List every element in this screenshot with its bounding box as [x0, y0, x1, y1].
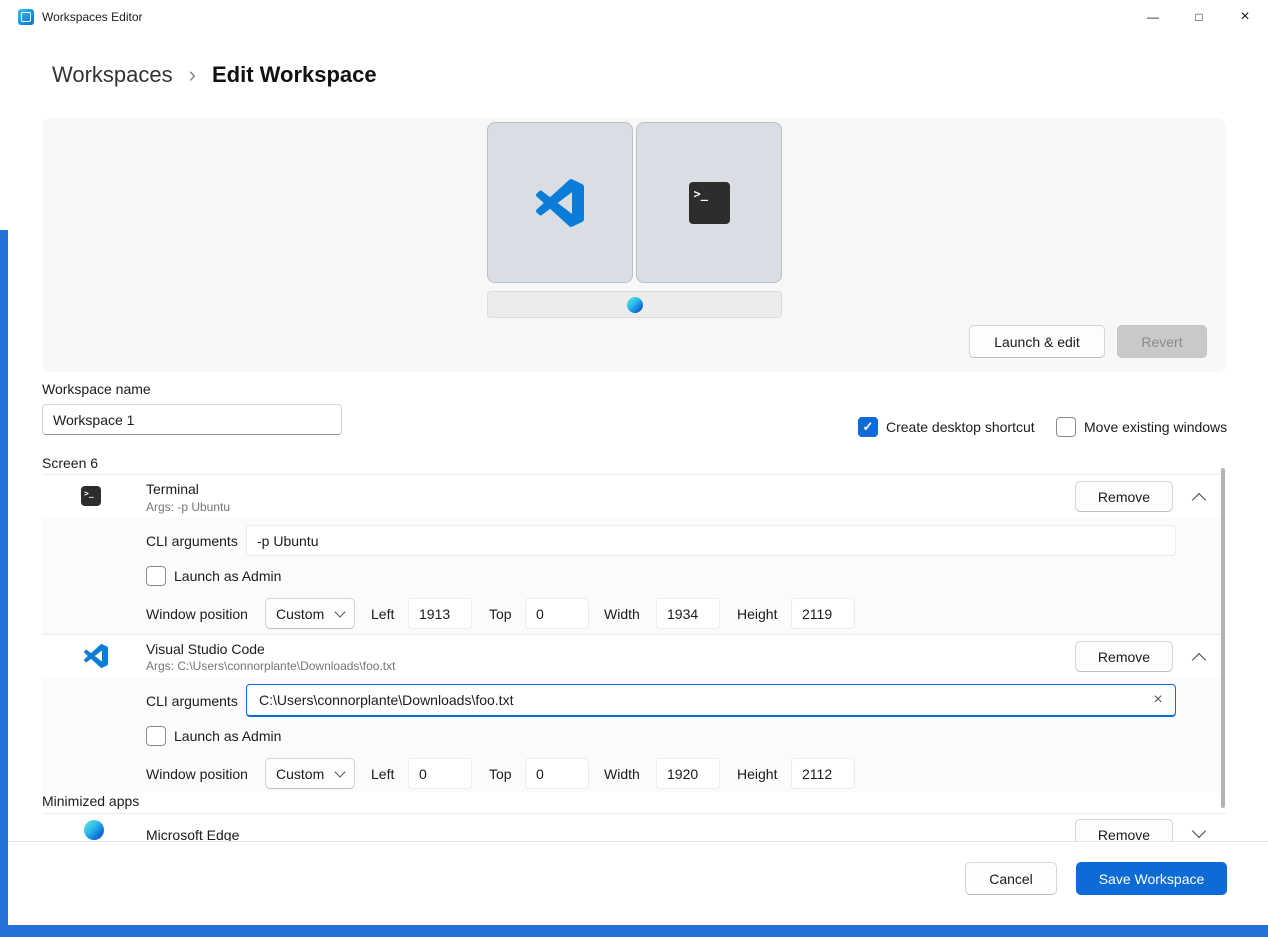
- height-input[interactable]: [791, 598, 855, 629]
- app-icon: [18, 9, 34, 25]
- window-position-label: Window position: [146, 606, 248, 622]
- cli-arguments-input-focused[interactable]: ×: [246, 684, 1176, 717]
- left-label: Left: [371, 766, 394, 782]
- top-input[interactable]: [525, 598, 589, 629]
- chevron-down-icon: [334, 766, 345, 777]
- vscode-icon: [536, 179, 584, 227]
- remove-app-button[interactable]: Remove: [1075, 481, 1173, 512]
- launch-as-admin-checkbox[interactable]: [146, 566, 166, 586]
- height-input[interactable]: [791, 758, 855, 789]
- desktop-background-left: [0, 230, 8, 937]
- app-args: Args: C:\Users\connorplante\Downloads\fo…: [146, 659, 395, 673]
- edge-icon: [627, 297, 643, 313]
- app-args: Args: -p Ubuntu: [146, 500, 230, 514]
- cli-arguments-label: CLI arguments: [146, 533, 238, 549]
- create-desktop-shortcut-checkbox[interactable]: ✓: [858, 417, 878, 437]
- preview-monitor-left: [487, 122, 633, 283]
- launch-and-edit-button[interactable]: Launch & edit: [969, 325, 1105, 358]
- scrollbar[interactable]: [1221, 468, 1225, 808]
- left-input[interactable]: [408, 598, 472, 629]
- breadcrumb-current: Edit Workspace: [212, 62, 377, 88]
- cli-arguments-label: CLI arguments: [146, 693, 238, 709]
- cancel-button[interactable]: Cancel: [965, 862, 1057, 895]
- workspace-name-input[interactable]: [42, 404, 342, 435]
- window-position-value: Custom: [276, 606, 324, 622]
- width-label: Width: [604, 766, 640, 782]
- top-label: Top: [489, 766, 512, 782]
- width-input[interactable]: [656, 598, 720, 629]
- workspaces-editor-window: Workspaces Editor — □ × Workspaces › Edi…: [0, 0, 1268, 937]
- cli-arguments-input[interactable]: [246, 525, 1176, 556]
- edge-icon: [84, 820, 104, 840]
- titlebar: Workspaces Editor — □ ×: [0, 0, 1268, 34]
- window-position-label: Window position: [146, 766, 248, 782]
- width-input[interactable]: [656, 758, 720, 789]
- revert-button[interactable]: Revert: [1117, 325, 1207, 358]
- desktop-background-bottom: [0, 925, 1268, 937]
- maximize-button[interactable]: □: [1176, 0, 1222, 34]
- left-input[interactable]: [408, 758, 472, 789]
- workspace-preview-panel: >_ Launch & edit Revert: [42, 118, 1226, 372]
- top-label: Top: [489, 606, 512, 622]
- minimize-button[interactable]: —: [1130, 0, 1176, 34]
- vscode-icon: [84, 644, 108, 668]
- divider: [42, 813, 1226, 814]
- top-input[interactable]: [525, 758, 589, 789]
- terminal-icon: >_: [689, 182, 730, 224]
- launch-as-admin-checkbox[interactable]: [146, 726, 166, 746]
- window-position-select[interactable]: Custom: [265, 758, 355, 789]
- left-label: Left: [371, 606, 394, 622]
- divider: [42, 474, 1226, 475]
- preview-monitor-right: >_: [636, 122, 782, 283]
- divider: [42, 634, 1226, 635]
- app-name: Terminal: [146, 481, 199, 497]
- breadcrumb: Workspaces › Edit Workspace: [52, 62, 377, 88]
- move-existing-windows-checkbox[interactable]: [1056, 417, 1076, 437]
- chevron-down-icon: [334, 606, 345, 617]
- height-label: Height: [737, 766, 777, 782]
- terminal-icon: >_: [81, 486, 101, 506]
- breadcrumb-separator-icon: ›: [189, 62, 196, 88]
- window-title: Workspaces Editor: [42, 10, 142, 24]
- height-label: Height: [737, 606, 777, 622]
- breadcrumb-workspaces[interactable]: Workspaces: [52, 62, 173, 88]
- launch-as-admin-label: Launch as Admin: [174, 568, 281, 584]
- chevron-up-icon: [1192, 492, 1206, 506]
- collapse-button[interactable]: [1186, 484, 1212, 510]
- clear-input-icon[interactable]: ×: [1147, 689, 1169, 711]
- footer: Cancel Save Workspace: [0, 841, 1268, 925]
- workspace-name-label: Workspace name: [42, 381, 151, 397]
- preview-taskbar: [487, 291, 782, 318]
- save-workspace-button[interactable]: Save Workspace: [1076, 862, 1227, 895]
- launch-as-admin-label: Launch as Admin: [174, 728, 281, 744]
- app-name: Visual Studio Code: [146, 641, 265, 657]
- chevron-down-icon: [1192, 824, 1206, 838]
- collapse-button[interactable]: [1186, 644, 1212, 670]
- move-existing-windows-label: Move existing windows: [1084, 419, 1227, 435]
- window-position-value: Custom: [276, 766, 324, 782]
- window-position-select[interactable]: Custom: [265, 598, 355, 629]
- close-button[interactable]: ×: [1222, 0, 1268, 34]
- width-label: Width: [604, 606, 640, 622]
- create-desktop-shortcut-label: Create desktop shortcut: [886, 419, 1035, 435]
- minimized-apps-label: Minimized apps: [42, 793, 139, 809]
- remove-app-button[interactable]: Remove: [1075, 641, 1173, 672]
- screen-section-label: Screen 6: [42, 455, 98, 471]
- chevron-up-icon: [1192, 652, 1206, 666]
- cli-arguments-input[interactable]: [257, 691, 1147, 709]
